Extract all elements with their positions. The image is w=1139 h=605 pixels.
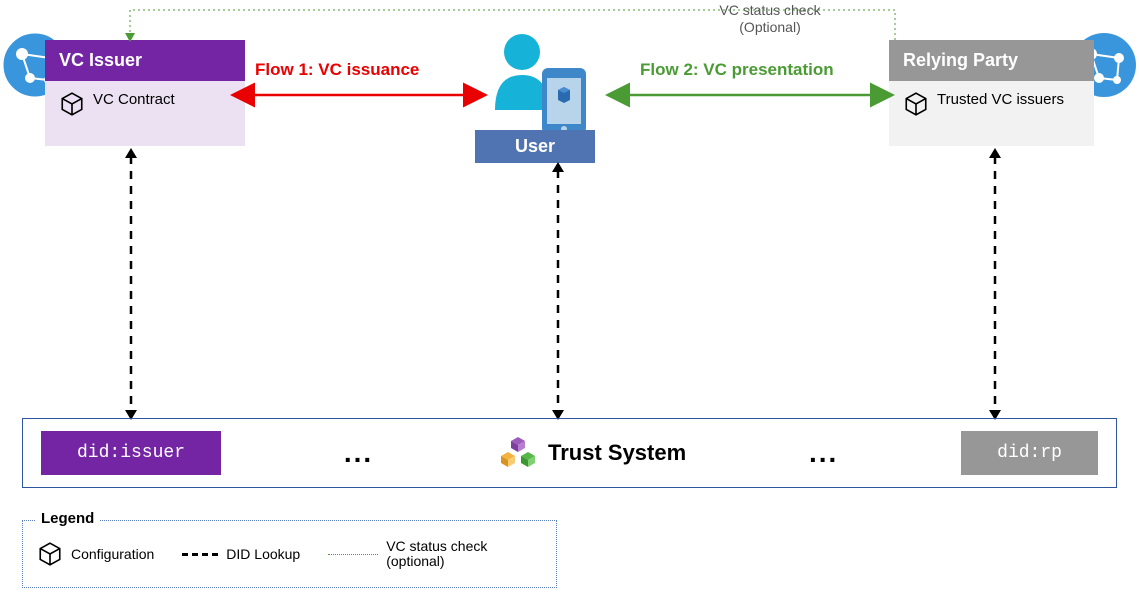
user-box: User: [475, 130, 595, 163]
flow2-label: Flow 2: VC presentation: [640, 60, 834, 80]
dashed-arrow-user: [548, 162, 568, 420]
dashed-arrow-rp: [985, 148, 1005, 420]
dashed-arrow-issuer: [121, 148, 141, 420]
cube-icon: [903, 91, 929, 117]
vc-issuer-box: VC Issuer VC Contract: [45, 40, 245, 146]
flow2-arrow: [600, 85, 900, 105]
legend-did-lookup: DID Lookup: [182, 546, 300, 562]
legend-config: Configuration: [37, 541, 154, 567]
flow1-arrow: [225, 85, 493, 105]
dots: ...: [344, 437, 373, 469]
legend-status-check: VC status check (optional): [328, 539, 487, 570]
cube-icon: [37, 541, 63, 567]
trust-system-label: Trust System: [496, 431, 686, 475]
did-rp-pill: did:rp: [961, 431, 1098, 475]
cubes-icon: [496, 431, 540, 475]
relying-party-title: Relying Party: [889, 40, 1094, 81]
trusted-issuers-label: Trusted VC issuers: [937, 91, 1064, 108]
trust-system-box: did:issuer ... Trust System ... did:rp: [22, 418, 1117, 488]
dots: ...: [809, 437, 838, 469]
legend-title: Legend: [35, 510, 100, 527]
legend-box: Legend Configuration DID Lookup VC statu…: [22, 520, 557, 588]
status-check-line: [125, 0, 905, 50]
relying-party-box: Relying Party Trusted VC issuers: [889, 40, 1094, 146]
cube-icon: [59, 91, 85, 117]
did-issuer-pill: did:issuer: [41, 431, 221, 475]
vc-contract-label: VC Contract: [93, 91, 175, 108]
user-label: User: [475, 130, 595, 163]
flow1-label: Flow 1: VC issuance: [255, 60, 419, 80]
